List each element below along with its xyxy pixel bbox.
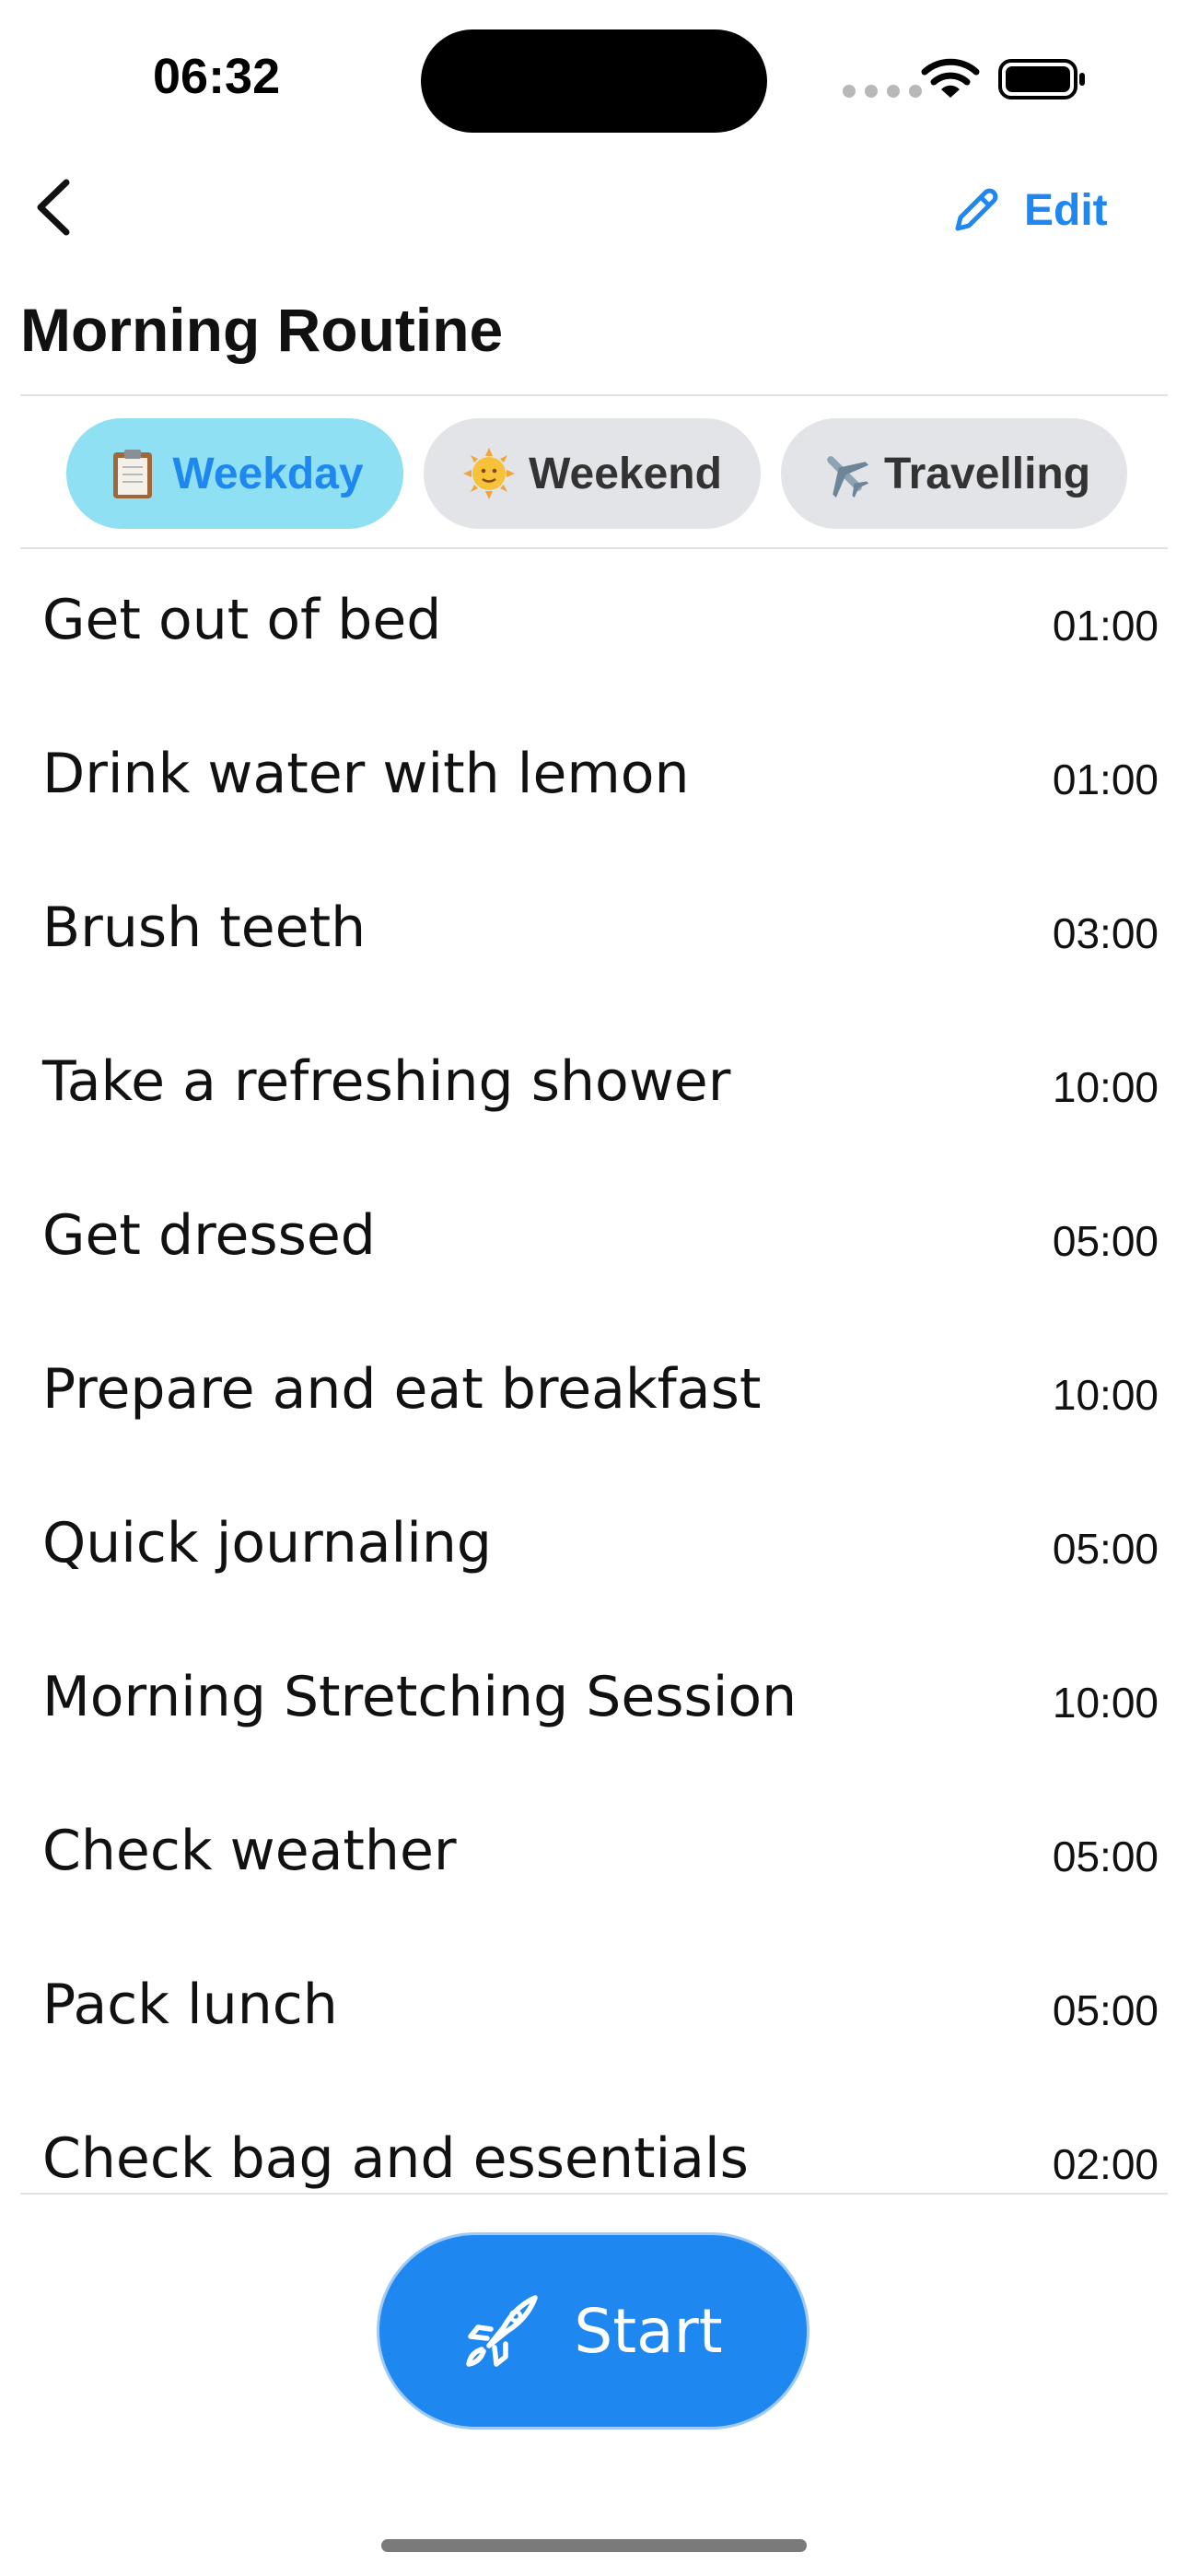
pencil-icon xyxy=(955,188,998,231)
task-name: Get dressed xyxy=(42,1203,376,1268)
task-row[interactable]: Pack lunch 05:00 xyxy=(0,1934,1188,2088)
task-name: Drink water with lemon xyxy=(42,742,690,806)
task-name: Check bag and essentials xyxy=(42,2126,749,2191)
task-name: Get out of bed xyxy=(42,588,442,652)
sun-face-icon xyxy=(463,448,516,499)
task-row[interactable]: Morning Stretching Session 10:00 xyxy=(0,1626,1188,1780)
wifi-icon xyxy=(921,58,980,98)
status-time: 06:32 xyxy=(153,49,281,104)
task-duration: 01:00 xyxy=(1052,602,1159,650)
task-row[interactable]: Get out of bed 01:00 xyxy=(0,549,1188,703)
battery-icon xyxy=(998,59,1085,100)
edit-label: Edit xyxy=(1024,185,1108,235)
task-duration: 05:00 xyxy=(1052,1832,1159,1880)
task-duration: 10:00 xyxy=(1052,1371,1159,1419)
home-indicator[interactable] xyxy=(381,2539,807,2552)
task-duration: 05:00 xyxy=(1052,1525,1159,1573)
task-name: Take a refreshing shower xyxy=(42,1049,731,1114)
task-name: Check weather xyxy=(42,1819,457,1883)
task-name: Prepare and eat breakfast xyxy=(42,1357,762,1422)
tab-travelling[interactable]: Travelling xyxy=(781,418,1127,529)
task-row[interactable]: Quick journaling 05:00 xyxy=(0,1472,1188,1626)
clipboard-icon xyxy=(113,450,153,498)
task-name: Pack lunch xyxy=(42,1973,338,2037)
tab-travelling-label: Travelling xyxy=(883,449,1091,498)
list-bottom-divider xyxy=(20,2193,1168,2195)
task-duration: 05:00 xyxy=(1052,1217,1159,1265)
rocket-icon xyxy=(466,2295,539,2367)
back-button[interactable] xyxy=(28,175,83,240)
task-list[interactable]: Get out of bed 01:00 Drink water with le… xyxy=(0,549,1188,2195)
tab-weekday[interactable]: Weekday xyxy=(66,418,403,529)
task-duration: 10:00 xyxy=(1052,1063,1159,1111)
start-button[interactable]: Start xyxy=(379,2235,807,2427)
title-divider xyxy=(20,394,1168,396)
app-screen: 06:32 Edit Morning Routine Weekday Weeke… xyxy=(0,0,1188,2576)
dynamic-island xyxy=(421,29,767,133)
tab-weekend[interactable]: Weekend xyxy=(424,418,761,529)
page-title: Morning Routine xyxy=(20,296,504,364)
airplane-icon xyxy=(827,456,869,498)
edit-button[interactable]: Edit xyxy=(949,173,1108,247)
start-label: Start xyxy=(574,2295,723,2367)
task-name: Quick journaling xyxy=(42,1511,492,1575)
task-duration: 10:00 xyxy=(1052,1679,1159,1727)
task-row[interactable]: Prepare and eat breakfast 10:00 xyxy=(0,1318,1188,1472)
task-duration: 05:00 xyxy=(1052,1986,1159,2034)
task-row[interactable]: Get dressed 05:00 xyxy=(0,1165,1188,1318)
cellular-signal-icon xyxy=(843,85,922,98)
routine-tabs: Weekday Weekend Travelling xyxy=(66,418,1127,529)
task-duration: 01:00 xyxy=(1052,755,1159,803)
task-duration: 02:00 xyxy=(1052,2140,1159,2188)
task-row[interactable]: Brush teeth 03:00 xyxy=(0,857,1188,1011)
task-row[interactable]: Check bag and essentials 02:00 xyxy=(0,2088,1188,2195)
tab-weekend-label: Weekend xyxy=(529,449,722,498)
task-row[interactable]: Check weather 05:00 xyxy=(0,1780,1188,1934)
task-row[interactable]: Drink water with lemon 01:00 xyxy=(0,703,1188,857)
task-duration: 03:00 xyxy=(1052,909,1159,957)
task-name: Brush teeth xyxy=(42,896,367,960)
tab-weekday-label: Weekday xyxy=(172,449,364,498)
task-row[interactable]: Take a refreshing shower 10:00 xyxy=(0,1011,1188,1165)
task-name: Morning Stretching Session xyxy=(42,1665,798,1729)
